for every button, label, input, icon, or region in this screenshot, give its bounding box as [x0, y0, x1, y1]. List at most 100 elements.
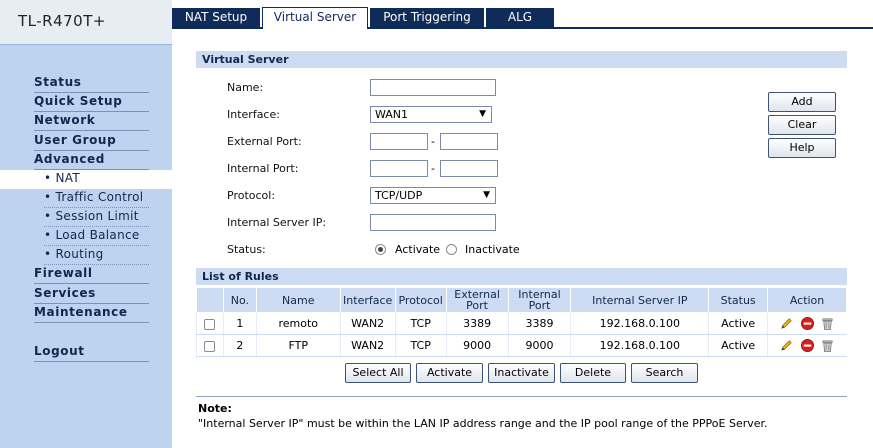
- row-no: 2: [222, 334, 257, 357]
- sidebar-item-user-group[interactable]: User Group: [34, 132, 149, 151]
- interface-select[interactable]: WAN1 ▼: [370, 106, 492, 123]
- chevron-down-icon: ▼: [483, 190, 490, 200]
- edit-pencil-icon[interactable]: [779, 338, 794, 353]
- row-name: remoto: [255, 312, 341, 335]
- tab-port-triggering[interactable]: Port Triggering: [370, 8, 484, 28]
- status-activate-radio[interactable]: [375, 244, 386, 255]
- trash-icon[interactable]: [820, 338, 835, 353]
- external-port-label: External Port:: [227, 135, 302, 148]
- rules-table: No. Name Interface Protocol External Port…: [196, 287, 847, 357]
- interface-select-value: WAN1: [375, 108, 409, 121]
- remove-circle-icon[interactable]: [800, 316, 815, 331]
- note-text: "Internal Server IP" must be within the …: [198, 417, 768, 430]
- col-header-status: Status: [708, 287, 769, 313]
- sidebar-item-firewall[interactable]: Firewall: [34, 265, 149, 284]
- table-row: 1 remoto WAN2 TCP 3389 3389 192.168.0.10…: [196, 312, 847, 335]
- external-port-end-input[interactable]: [440, 133, 498, 150]
- internal-port-separator: -: [431, 162, 435, 175]
- row-protocol: TCP: [394, 312, 447, 335]
- row-external-port: 9000: [445, 334, 509, 357]
- col-header-protocol: Protocol: [394, 287, 447, 313]
- sidebar-item-load-balance[interactable]: • Load Balance: [44, 227, 149, 246]
- internal-port-start-input[interactable]: [370, 160, 428, 177]
- sidebar-item-status[interactable]: Status: [34, 74, 149, 93]
- row-internal-port: 3389: [507, 312, 571, 335]
- tab-virtual-server[interactable]: Virtual Server: [262, 7, 368, 29]
- col-header-no: No.: [222, 287, 257, 313]
- sidebar-item-maintenance[interactable]: Maintenance: [34, 304, 149, 323]
- external-port-separator: -: [431, 135, 435, 148]
- row-internal-server-ip: 192.168.0.100: [570, 312, 709, 335]
- note-divider: [196, 396, 847, 397]
- protocol-label: Protocol:: [227, 189, 276, 202]
- sidebar-item-logout[interactable]: Logout: [34, 343, 149, 362]
- row-checkbox[interactable]: [204, 340, 216, 352]
- row-protocol: TCP: [394, 334, 447, 357]
- name-label: Name:: [227, 81, 264, 94]
- delete-button[interactable]: Delete: [560, 363, 626, 383]
- internal-port-label: Internal Port:: [227, 162, 299, 175]
- device-model: TL-R470T+: [18, 12, 106, 30]
- interface-label: Interface:: [227, 108, 280, 121]
- chevron-down-icon: ▼: [479, 109, 486, 119]
- row-external-port: 3389: [445, 312, 509, 335]
- tab-nat-setup[interactable]: NAT Setup: [172, 8, 260, 28]
- col-header-internal-server-ip: Internal Server IP: [570, 287, 710, 313]
- protocol-select[interactable]: TCP/UDP ▼: [370, 187, 496, 204]
- col-header-external-port: External Port: [445, 287, 509, 313]
- col-header-name: Name: [255, 287, 341, 313]
- col-header-select: [196, 287, 224, 313]
- list-of-rules-header: List of Rules: [196, 268, 847, 285]
- activate-button[interactable]: Activate: [416, 363, 483, 383]
- trash-icon[interactable]: [820, 316, 835, 331]
- row-status: Active: [708, 312, 768, 335]
- rules-table-header-row: No. Name Interface Protocol External Port…: [196, 287, 847, 313]
- row-status: Active: [708, 334, 768, 357]
- row-interface: WAN2: [339, 334, 396, 357]
- col-header-interface: Interface: [339, 287, 396, 313]
- col-header-action: Action: [767, 287, 847, 313]
- status-label: Status:: [227, 243, 266, 256]
- sidebar-item-session-limit[interactable]: • Session Limit: [44, 208, 149, 227]
- clear-button[interactable]: Clear: [768, 115, 836, 135]
- sidebar-item-nat[interactable]: • NAT: [0, 170, 172, 189]
- row-interface: WAN2: [339, 312, 396, 335]
- protocol-select-value: TCP/UDP: [375, 189, 423, 202]
- inactivate-button[interactable]: Inactivate: [488, 363, 555, 383]
- status-activate-label: Activate: [395, 243, 441, 256]
- sidebar-item-quick-setup[interactable]: Quick Setup: [34, 93, 149, 112]
- edit-pencil-icon[interactable]: [779, 316, 794, 331]
- row-select-cell: [196, 334, 224, 357]
- sidebar-item-routing[interactable]: • Routing: [44, 246, 149, 265]
- row-no: 1: [222, 312, 257, 335]
- sidebar-item-advanced[interactable]: Advanced: [34, 151, 149, 170]
- status-inactivate-label: Inactivate: [465, 243, 520, 256]
- sidebar-item-traffic-control[interactable]: • Traffic Control: [44, 189, 149, 208]
- add-button[interactable]: Add: [768, 92, 836, 112]
- status-inactivate-radio[interactable]: [446, 244, 457, 255]
- virtual-server-header: Virtual Server: [196, 51, 847, 68]
- row-checkbox[interactable]: [204, 318, 216, 330]
- row-select-cell: [196, 312, 224, 335]
- row-internal-server-ip: 192.168.0.100: [570, 334, 709, 357]
- row-actions: [767, 312, 847, 335]
- brand-header: TL-R470T+: [0, 0, 172, 45]
- external-port-start-input[interactable]: [370, 133, 428, 150]
- sidebar-item-services[interactable]: Services: [34, 285, 149, 304]
- remove-circle-icon[interactable]: [800, 338, 815, 353]
- internal-server-ip-input[interactable]: [370, 214, 496, 231]
- row-internal-port: 9000: [507, 334, 571, 357]
- col-header-internal-port: Internal Port: [507, 287, 572, 313]
- sidebar-item-network[interactable]: Network: [34, 112, 149, 131]
- select-all-button[interactable]: Select All: [345, 363, 411, 383]
- name-input[interactable]: [370, 79, 496, 96]
- internal-port-end-input[interactable]: [440, 160, 498, 177]
- tab-alg[interactable]: ALG: [486, 8, 554, 28]
- internal-server-ip-label: Internal Server IP:: [227, 216, 327, 229]
- row-name: FTP: [255, 334, 341, 357]
- row-actions: [767, 334, 847, 357]
- search-button[interactable]: Search: [631, 363, 698, 383]
- table-row: 2 FTP WAN2 TCP 9000 9000 192.168.0.100 A…: [196, 334, 847, 357]
- help-button[interactable]: Help: [768, 138, 836, 158]
- note-title: Note:: [198, 402, 232, 415]
